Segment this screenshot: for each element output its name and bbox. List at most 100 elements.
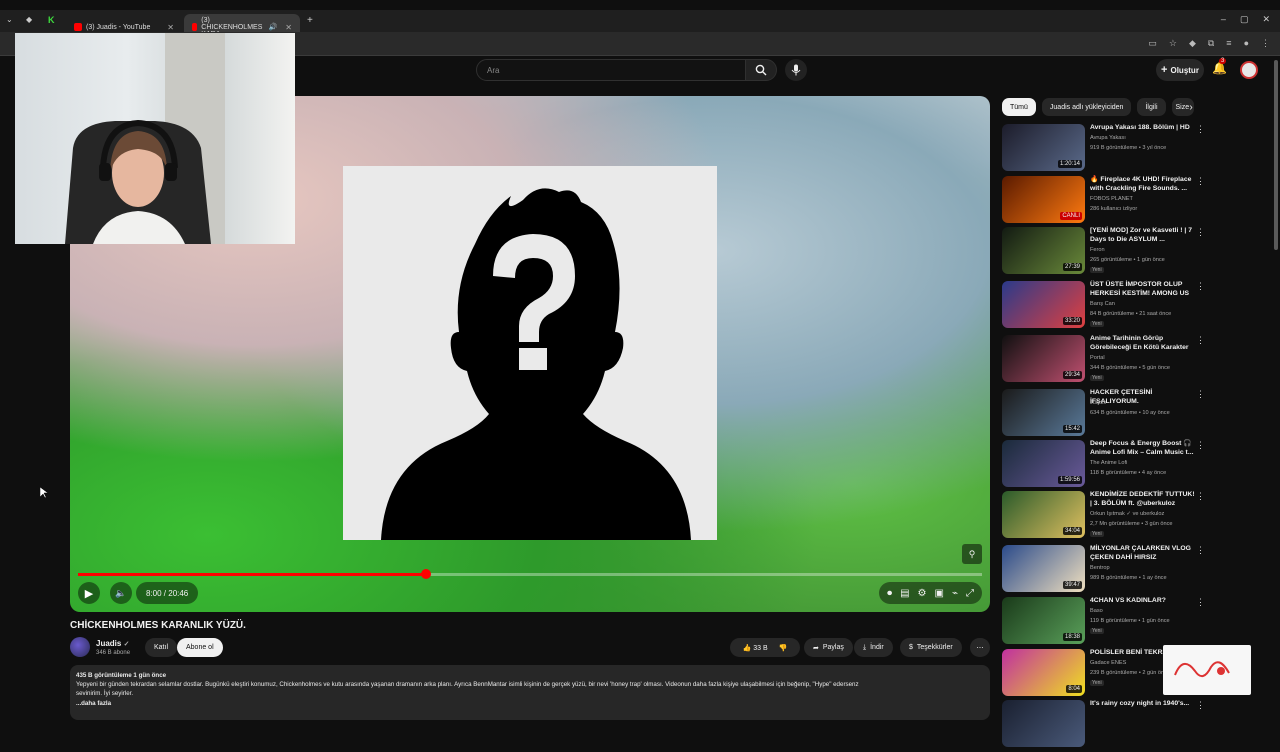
recommendation-title[interactable]: Deep Focus & Energy Boost 🎧 Anime Lofi M… — [1090, 440, 1196, 457]
search-button[interactable] — [745, 59, 777, 81]
more-vertical-icon[interactable]: ⋮ — [1196, 124, 1205, 135]
recommendation-title[interactable]: KENDİMİZE DEDEKTİF TUTTUK! | 3. BÖLÜM ft… — [1090, 491, 1196, 508]
miniplayer-icon[interactable]: ▣ — [935, 588, 944, 599]
close-tab-icon[interactable]: ✕ — [167, 23, 174, 32]
chip-related[interactable]: İlgili — [1137, 98, 1166, 116]
recommendation-item[interactable]: 34:04 KENDİMİZE DEDEKTİF TUTTUK! | 3. BÖL… — [1002, 491, 1205, 543]
screen-cast-icon[interactable]: ▭ — [1148, 38, 1157, 49]
show-more-link[interactable]: ...daha fazla — [76, 699, 984, 708]
recommendation-channel[interactable]: Orkun Işıtmak ✓ ve uberkuloz — [1090, 511, 1164, 517]
recommendation-item[interactable]: 18:38 4CHAN VS KADINLAR? Baso 119 B görüntü… — [1002, 597, 1205, 649]
close-tab-icon[interactable]: ✕ — [285, 23, 292, 32]
video-thumbnail[interactable]: 8:04 — [1002, 649, 1085, 696]
download-button[interactable]: ⤓ İndir — [854, 638, 893, 657]
channel-name[interactable]: Juadis ✓ — [96, 639, 129, 648]
audio-icon[interactable]: 🔊 — [269, 23, 278, 31]
scrollbar[interactable] — [1274, 60, 1278, 250]
search-input[interactable]: Ara — [476, 59, 746, 81]
more-vertical-icon[interactable]: ⋮ — [1196, 335, 1205, 346]
play-button[interactable]: ▶ — [78, 582, 100, 604]
description-box[interactable]: 435 B görüntüleme 1 gün önce Yepyeni bir… — [70, 665, 990, 720]
recommendation-title[interactable]: Anime Tarihinin Görüp Görebileceği En Kö… — [1090, 335, 1196, 352]
more-vertical-icon[interactable]: ⋮ — [1196, 491, 1205, 502]
sidebar-icon[interactable]: ≡ — [1226, 38, 1231, 49]
mute-button[interactable]: 🔈 — [110, 582, 132, 604]
recommendation-item[interactable]: 15:42 HACKER ÇETESİNİ İFŞALIYORUM. Juadis 6… — [1002, 389, 1205, 441]
settings-gear-icon[interactable]: ⚙ — [918, 588, 927, 599]
autoplay-toggle-icon[interactable]: ⏺ — [887, 588, 892, 599]
video-thumbnail[interactable]: 1:20:14 — [1002, 124, 1085, 171]
chip-all[interactable]: Tümü — [1002, 98, 1036, 116]
channel-avatar[interactable] — [70, 637, 90, 657]
chip-uploader[interactable]: Juadis adlı yükleyiciden — [1041, 98, 1132, 116]
recommendation-title[interactable]: MİLYONLAR ÇALARKEN VLOG ÇEKEN DAHİ HIRSI… — [1090, 545, 1196, 562]
extension-icon[interactable]: ◆ — [1189, 38, 1196, 49]
video-thumbnail[interactable] — [1002, 700, 1085, 747]
more-vertical-icon[interactable]: ⋮ — [1196, 597, 1205, 608]
recommendation-channel[interactable]: Gadace ENES — [1090, 660, 1126, 666]
more-vertical-icon[interactable]: ⋮ — [1196, 440, 1205, 451]
more-vertical-icon[interactable]: ⋮ — [1196, 176, 1205, 187]
kick-tab-icon[interactable]: K — [48, 15, 55, 25]
more-vertical-icon[interactable]: ⋮ — [1196, 281, 1205, 292]
video-thumbnail[interactable]: 34:04 — [1002, 491, 1085, 538]
recommendation-item[interactable]: 33:20 ÜST ÜSTE İMPOSTOR OLUP HERKESİ KEST… — [1002, 281, 1205, 333]
bookmark-star-icon[interactable]: ☆ — [1169, 38, 1177, 49]
maximize-icon[interactable]: ▢ — [1240, 14, 1249, 25]
recommendation-item[interactable]: It's rainy cozy night in 1940's... ⋮ — [1002, 700, 1205, 752]
join-button[interactable]: Katıl — [145, 638, 178, 657]
recommendation-item[interactable]: 29:34 Anime Tarihinin Görüp Görebileceği … — [1002, 335, 1205, 387]
recommendation-item[interactable]: CANLI 🔥 Fireplace 4K UHD! Fireplace with … — [1002, 176, 1205, 228]
video-thumbnail[interactable]: CANLI — [1002, 176, 1085, 223]
puzzle-icon[interactable]: ⧉ — [1208, 38, 1214, 49]
share-button[interactable]: ➦ Paylaş — [804, 638, 853, 657]
notifications-button[interactable]: 🔔 3 — [1212, 58, 1227, 75]
recommendation-channel[interactable]: Bentrop — [1090, 565, 1110, 571]
recommendation-channel[interactable]: Avrupa Yakası — [1090, 135, 1126, 141]
video-thumbnail[interactable]: 27:39 — [1002, 227, 1085, 274]
progress-bar[interactable] — [78, 569, 982, 579]
subtitles-icon[interactable]: ▤ — [900, 588, 909, 599]
video-thumbnail[interactable]: 29:34 — [1002, 335, 1085, 382]
dislike-button[interactable]: 👎 — [779, 644, 788, 652]
create-button[interactable]: + Oluştur — [1156, 59, 1204, 81]
chevron-right-icon[interactable]: › — [1182, 98, 1200, 116]
recommendation-title[interactable]: [YENİ MOD] Zor ve Kasvetli ! | 7 Days to… — [1090, 227, 1196, 244]
recommendation-channel[interactable]: FOBOS PLANET — [1090, 196, 1133, 202]
minimize-icon[interactable]: – — [1221, 14, 1226, 25]
tab-list-icon[interactable]: ⌄ — [6, 15, 13, 24]
video-thumbnail[interactable]: 33:20 — [1002, 281, 1085, 328]
voice-search-button[interactable] — [785, 59, 807, 81]
cast-icon[interactable]: ⌁ — [952, 588, 958, 599]
recommendation-title[interactable]: It's rainy cozy night in 1940's... — [1090, 700, 1196, 709]
more-actions-button[interactable]: ⋯ — [970, 638, 990, 657]
more-vertical-icon[interactable]: ⋮ — [1196, 227, 1205, 238]
recommendation-title[interactable]: 4CHAN VS KADINLAR? — [1090, 597, 1196, 606]
like-button[interactable]: 👍 33 B — [743, 644, 768, 652]
subscribe-button[interactable]: Abone ol — [177, 638, 223, 657]
recommendation-title[interactable]: 🔥 Fireplace 4K UHD! Fireplace with Crack… — [1090, 176, 1196, 193]
video-thumbnail[interactable]: 1:59:56 — [1002, 440, 1085, 487]
menu-icon[interactable]: ⋮ — [1261, 38, 1270, 49]
thanks-button[interactable]: $ Teşekkürler — [900, 638, 962, 657]
more-vertical-icon[interactable]: ⋮ — [1196, 545, 1205, 556]
recommendation-item[interactable]: 1:59:56 Deep Focus & Energy Boost 🎧 Anime… — [1002, 440, 1205, 492]
pinned-tab-icon[interactable]: ◆ — [26, 15, 32, 24]
more-vertical-icon[interactable]: ⋮ — [1196, 700, 1205, 711]
recommendation-item[interactable]: 27:39 [YENİ MOD] Zor ve Kasvetli ! | 7 Da… — [1002, 227, 1205, 279]
new-tab-icon[interactable]: + — [307, 15, 313, 26]
close-window-icon[interactable]: ✕ — [1262, 14, 1270, 25]
video-thumbnail[interactable]: 39:47 — [1002, 545, 1085, 592]
fullscreen-icon[interactable]: ⤢ — [966, 588, 974, 599]
recommendation-title[interactable]: ÜST ÜSTE İMPOSTOR OLUP HERKESİ KESTİM! A… — [1090, 281, 1196, 298]
progress-scrubber[interactable] — [421, 569, 432, 579]
video-thumbnail[interactable]: 15:42 — [1002, 389, 1085, 436]
recommendation-item[interactable]: 39:47 MİLYONLAR ÇALARKEN VLOG ÇEKEN DAHİ … — [1002, 545, 1205, 597]
recommendation-channel[interactable]: Juadis — [1090, 400, 1106, 406]
more-vertical-icon[interactable]: ⋮ — [1196, 389, 1205, 400]
recommendation-channel[interactable]: The Anime Lofi — [1090, 460, 1127, 466]
profile-icon[interactable]: ● — [1244, 38, 1249, 49]
recommendation-channel[interactable]: Baso — [1090, 608, 1103, 614]
recommendation-channel[interactable]: Feron — [1090, 247, 1105, 253]
recommendation-channel[interactable]: Barış Can — [1090, 301, 1115, 307]
